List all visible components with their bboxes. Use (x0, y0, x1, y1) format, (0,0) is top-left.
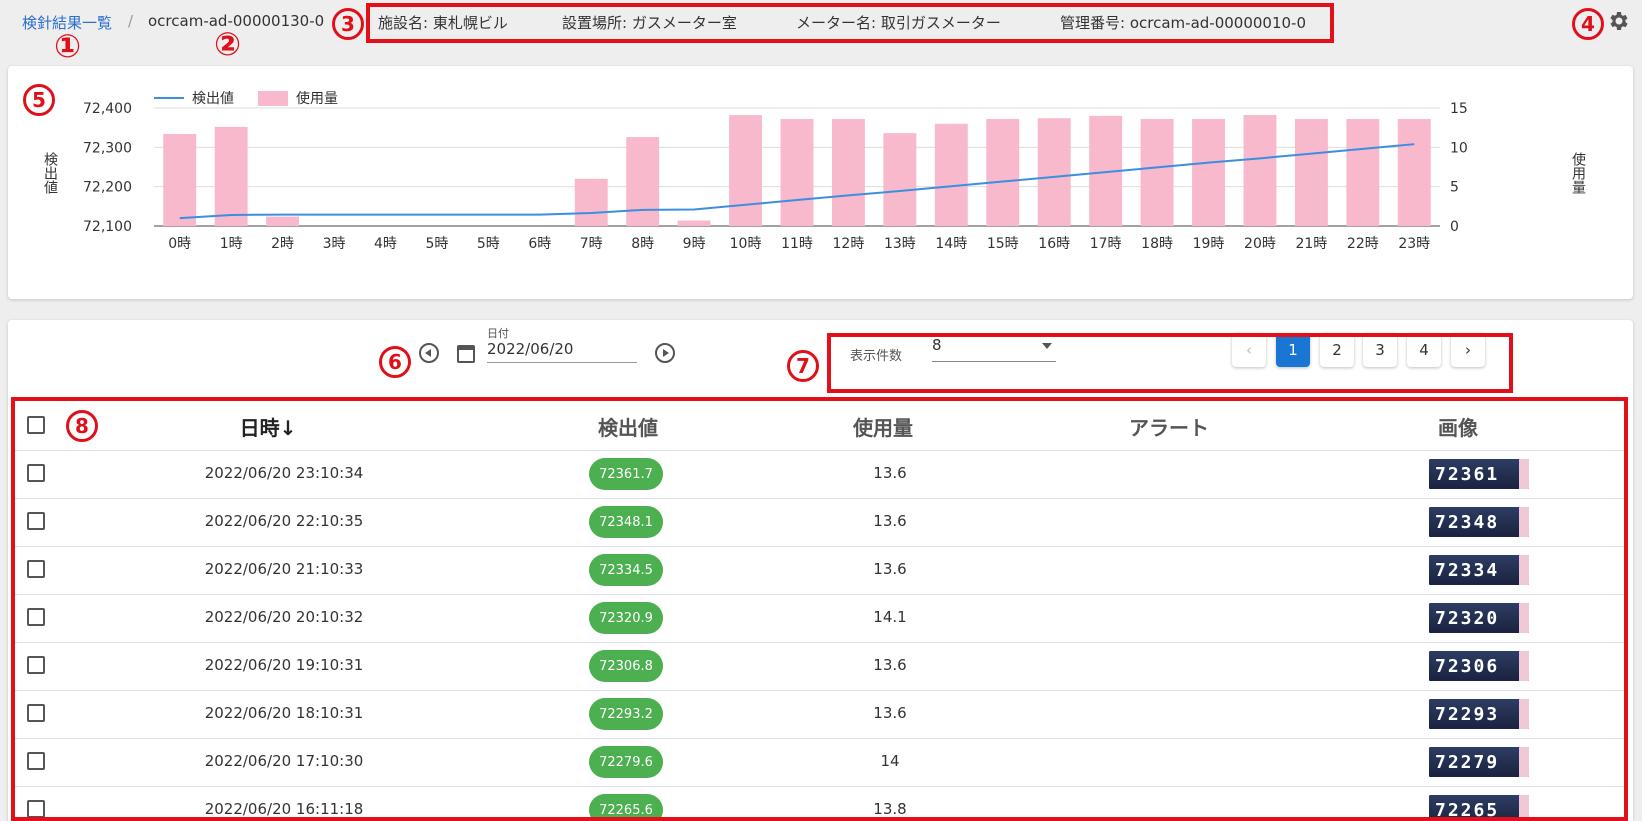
usage-bar (1140, 119, 1174, 226)
x-tick-label: 5時 (425, 236, 448, 252)
usage-bar (831, 119, 865, 226)
callout-3: 3 (332, 8, 364, 40)
usage-bar (1192, 119, 1225, 226)
gear-icon[interactable] (1606, 9, 1630, 33)
callout-8: 8 (66, 410, 98, 442)
usage-bar (574, 178, 608, 226)
x-tick-label: 23時 (1398, 236, 1430, 252)
x-tick-label: 14時 (935, 236, 967, 252)
x-tick-label: 11時 (781, 236, 813, 252)
x-tick-label: 9時 (683, 236, 706, 252)
usage-bar (1037, 118, 1071, 226)
x-tick-label: 10時 (730, 236, 762, 252)
left-tick-label: 72,400 (83, 101, 132, 117)
right-tick-label: 10 (1450, 140, 1468, 156)
callout-1: ① (54, 27, 82, 65)
x-tick-label: 21時 (1295, 236, 1327, 252)
x-tick-label: 13時 (884, 236, 916, 252)
usage-bar (1397, 119, 1431, 226)
next-date-icon[interactable] (655, 343, 675, 363)
annotation-box-table (11, 397, 1628, 821)
calendar-icon[interactable] (457, 345, 475, 363)
usage-bar (1346, 119, 1380, 226)
x-tick-label: 12時 (833, 236, 865, 252)
x-tick-label: 18時 (1141, 236, 1173, 252)
callout-7: 7 (787, 350, 819, 382)
usage-bar (883, 133, 917, 226)
x-tick-label: 4時 (374, 236, 397, 252)
annotation-box-header-info (366, 3, 1334, 43)
right-tick-label: 0 (1450, 219, 1459, 235)
callout-6: 6 (379, 346, 411, 378)
x-tick-label: 1時 (220, 236, 243, 252)
usage-bar (986, 119, 1020, 226)
date-input[interactable] (487, 338, 637, 363)
usage-bar (163, 133, 197, 226)
callout-2: ② (214, 25, 242, 63)
usage-bar (266, 216, 300, 226)
x-tick-label: 3時 (323, 236, 346, 252)
usage-bar (934, 123, 968, 226)
x-tick-label: 0時 (168, 236, 191, 252)
usage-bar (626, 137, 660, 226)
prev-date-icon[interactable] (419, 343, 439, 363)
left-tick-label: 72,100 (83, 219, 132, 235)
left-tick-label: 72,200 (83, 180, 132, 196)
x-tick-label: 16時 (1038, 236, 1070, 252)
chart-card: 検出値 使用量 検出値 使用量 72,400 72,300 72,200 72,100… (8, 66, 1633, 299)
usage-bar (1243, 115, 1277, 226)
right-tick-label: 15 (1450, 101, 1468, 117)
x-tick-label: 22時 (1347, 236, 1379, 252)
usage-bar (1294, 119, 1328, 226)
callout-5: 5 (23, 84, 55, 116)
callout-4: 4 (1572, 8, 1604, 40)
usage-bar (214, 126, 248, 226)
x-tick-label: 8時 (631, 236, 654, 252)
x-tick-label: 2時 (271, 236, 294, 252)
x-tick-label: 15時 (987, 236, 1019, 252)
x-tick-label: 19時 (1193, 236, 1225, 252)
x-tick-label: 17時 (1090, 236, 1122, 252)
breadcrumb-separator: / (128, 12, 134, 30)
right-tick-label: 5 (1450, 180, 1459, 196)
left-tick-label: 72,300 (83, 140, 132, 156)
usage-bar (677, 220, 711, 226)
usage-chart: 72,400 72,300 72,200 72,100 15 10 5 0 0時 1時 2時 3時 4時… (83, 101, 1468, 252)
usage-bar (729, 115, 763, 226)
x-tick-label: 6時 (528, 236, 551, 252)
annotation-box-pagination (827, 333, 1513, 393)
x-tick-label: 20時 (1244, 236, 1276, 252)
x-tick-label: 7時 (580, 236, 603, 252)
x-tick-label: 5時 (477, 236, 500, 252)
usage-bar (780, 119, 814, 226)
